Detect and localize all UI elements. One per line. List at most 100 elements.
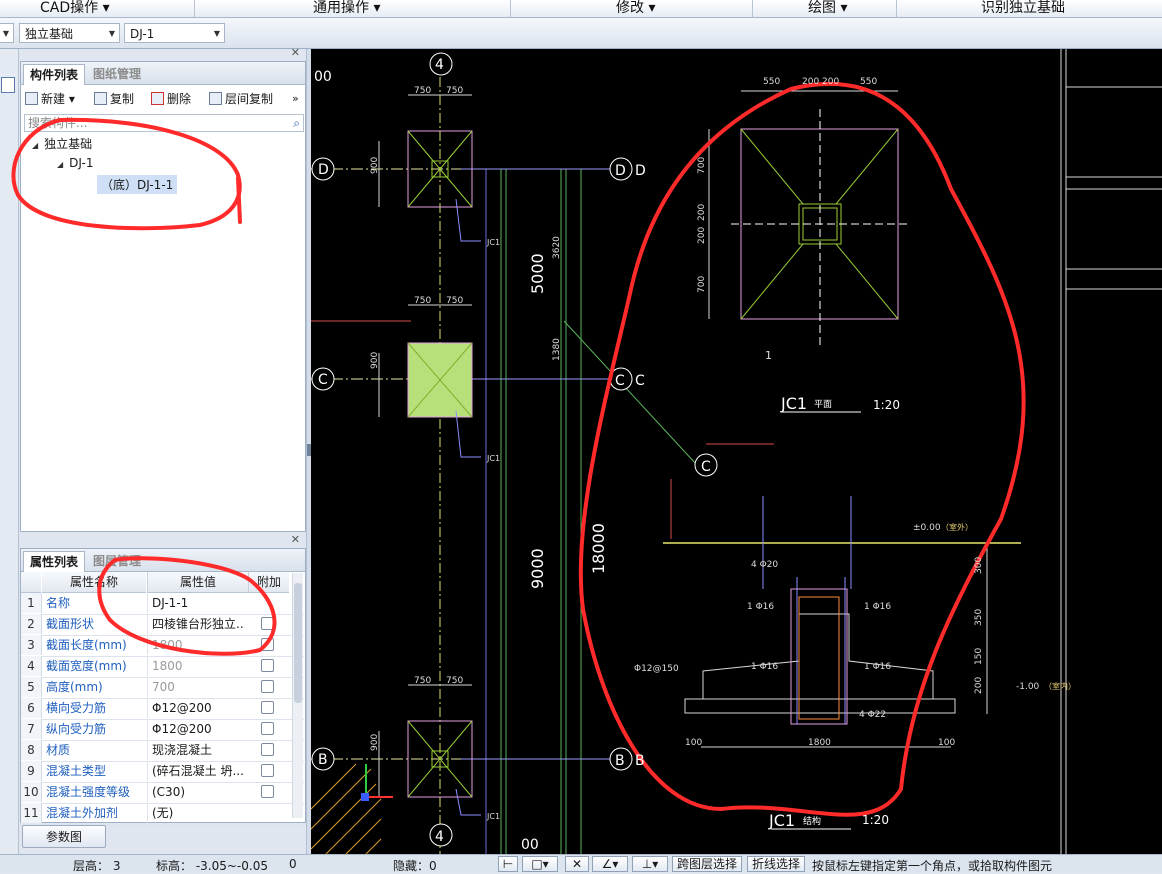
close-icon[interactable]: ✕: [291, 533, 300, 546]
extra-checkbox[interactable]: [261, 638, 274, 651]
extra-checkbox[interactable]: [261, 617, 274, 630]
cross-layer-select-button[interactable]: 跨图层选择: [672, 856, 742, 872]
axis-label-4-bottom: 4: [435, 829, 444, 845]
search-input[interactable]: 搜索构件... ⌕: [24, 114, 304, 132]
tree-item-dj1[interactable]: ◢ DJ-1: [57, 156, 93, 170]
property-value[interactable]: 1800: [147, 656, 245, 676]
component-combo[interactable]: DJ-1 ▼: [124, 23, 225, 43]
ortho-toggle[interactable]: ⊢: [498, 856, 518, 872]
axis-label-b: B: [318, 752, 328, 768]
leader-lines: [455, 198, 481, 816]
menu-draw[interactable]: 绘图 ▾: [808, 0, 847, 17]
property-value[interactable]: 四棱锥台形独立...: [147, 614, 245, 634]
dim-5000: 5000: [528, 253, 547, 294]
tab-layer-management[interactable]: 图层管理: [87, 551, 147, 571]
more-button[interactable]: »: [292, 90, 299, 108]
property-value[interactable]: Φ12@200: [147, 698, 245, 718]
new-button[interactable]: 新建 ▾: [25, 90, 75, 108]
menu-separator: [752, 0, 753, 17]
property-row[interactable]: 4 截面宽度(mm) 1800: [21, 656, 304, 678]
property-name: 纵向受力筋: [46, 722, 107, 736]
property-row[interactable]: 9 混凝土类型 (碎石混凝土 坍...: [21, 761, 304, 783]
menu-modify[interactable]: 修改 ▾: [616, 0, 655, 17]
copy-button[interactable]: 复制: [94, 90, 134, 108]
dynamic-input-toggle[interactable]: ⊥▾: [632, 856, 668, 872]
property-row[interactable]: 6 横向受力筋 Φ12@200: [21, 698, 304, 720]
extra-checkbox[interactable]: [261, 764, 274, 777]
extra-checkbox[interactable]: [261, 785, 274, 798]
property-row[interactable]: 2 截面形状 四棱锥台形独立...: [21, 614, 304, 636]
expand-triangle-icon[interactable]: ◢: [32, 141, 38, 150]
property-value[interactable]: 现浇混凝土: [147, 740, 245, 760]
menu-general-ops[interactable]: 通用操作 ▾: [313, 0, 380, 17]
cross-select-icon[interactable]: ✕: [565, 856, 589, 872]
sec-dim-right-2: 350: [974, 609, 984, 626]
corner-text-bottom: 00: [521, 837, 539, 853]
category-combo[interactable]: 独立基础 ▼: [19, 23, 120, 43]
parameter-diagram-button[interactable]: 参数图: [22, 825, 106, 848]
floor-copy-button[interactable]: 层间复制: [209, 90, 273, 108]
property-name: 混凝土强度等级: [46, 785, 131, 799]
property-row-index: 1: [21, 593, 42, 613]
tab-drawing-management[interactable]: 图纸管理: [87, 64, 147, 84]
property-value-text: (无): [152, 806, 174, 820]
search-icon[interactable]: ⌕: [293, 115, 300, 131]
menu-cad-ops[interactable]: CAD操作 ▾: [40, 0, 110, 17]
dim-750-a: 750: [414, 86, 431, 96]
property-scrollbar[interactable]: [292, 573, 303, 818]
property-row[interactable]: 5 高度(mm) 700: [21, 677, 304, 699]
extra-checkbox[interactable]: [261, 659, 274, 672]
rebar-4-22: 4 Φ22: [859, 710, 886, 720]
tree-item-root[interactable]: ◢ 独立基础: [32, 135, 92, 152]
property-value[interactable]: (碎石混凝土 坍...: [147, 761, 245, 781]
delete-button[interactable]: 删除: [151, 90, 191, 108]
property-row[interactable]: 3 截面长度(mm) 1800: [21, 635, 304, 657]
polyline-select-button[interactable]: 折线选择: [747, 856, 805, 872]
tree-item-root-label: 独立基础: [44, 137, 93, 151]
elev-bottom: -1.00: [1016, 682, 1040, 692]
property-value[interactable]: Φ12@200: [147, 719, 245, 739]
property-value[interactable]: 700: [147, 677, 245, 697]
menu-identify-foundation[interactable]: 识别独立基础: [981, 0, 1065, 17]
cad-drawing-canvas[interactable]: 4 4 D C B D D C C B B C 00 00 750 750 75…: [311, 49, 1162, 854]
property-value[interactable]: DJ-1-1: [147, 593, 245, 613]
snap-toggle[interactable]: □▾: [522, 856, 558, 872]
new-icon: [25, 92, 38, 105]
axis-label-d-right: D: [615, 163, 626, 179]
tree-item-dj1-1-selected[interactable]: （底）DJ-1-1: [97, 175, 178, 194]
property-value[interactable]: (C30): [147, 782, 245, 802]
extra-checkbox[interactable]: [261, 743, 274, 756]
close-icon[interactable]: ✕: [291, 46, 300, 59]
extra-checkbox[interactable]: [261, 680, 274, 693]
extra-checkbox[interactable]: [261, 701, 274, 714]
title-block: [1060, 49, 1162, 854]
dim-900-b: 900: [370, 352, 380, 369]
grid-header-value[interactable]: 属性值: [147, 572, 248, 593]
property-value[interactable]: 1800: [147, 635, 245, 655]
axis-label-d-right2: D: [635, 163, 646, 179]
floor-combo[interactable]: ▼: [0, 23, 14, 43]
tab-property-list[interactable]: 属性列表: [23, 551, 86, 572]
property-row-index: 10: [21, 782, 42, 802]
jc1-label-c: JC1: [486, 812, 500, 821]
property-row[interactable]: 7 纵向受力筋 Φ12@200: [21, 719, 304, 741]
plan-dim-left-3: 200: [697, 227, 707, 244]
angle-toggle[interactable]: ∠▾: [592, 856, 628, 872]
component-panel-tabs: 构件列表 图纸管理: [21, 62, 305, 85]
expand-triangle-icon[interactable]: ◢: [57, 160, 63, 169]
grid-header-extra[interactable]: 附加: [248, 572, 289, 593]
property-row[interactable]: 8 材质 现浇混凝土: [21, 740, 304, 762]
extra-checkbox[interactable]: [261, 722, 274, 735]
grid-header-name[interactable]: 属性名称: [42, 572, 146, 593]
tab-component-list[interactable]: 构件列表: [23, 64, 86, 85]
property-row[interactable]: 1 名称 DJ-1-1: [21, 593, 304, 615]
selector-toolbar: ▼ 独立基础 ▼ DJ-1 ▼: [0, 18, 1162, 49]
copy-button-label: 复制: [110, 92, 135, 106]
property-row[interactable]: 11 混凝土外加剂 (无): [21, 803, 304, 825]
rebar-1-16-d: 1 Φ16: [864, 662, 891, 672]
scrollbar-thumb[interactable]: [294, 583, 302, 703]
property-row[interactable]: 10 混凝土强度等级 (C30): [21, 782, 304, 804]
footing-c-selected[interactable]: [407, 342, 473, 418]
property-value[interactable]: (无): [147, 803, 245, 823]
dock-icon[interactable]: [1, 77, 15, 93]
